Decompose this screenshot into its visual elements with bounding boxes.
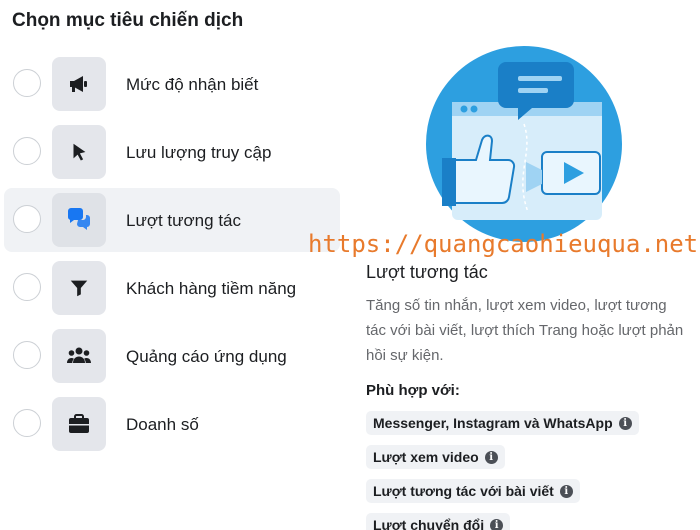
page-title: Chọn mục tiêu chiến dịch bbox=[12, 10, 244, 31]
objective-option-engagement[interactable]: Lượt tương tác bbox=[4, 188, 340, 252]
objective-icon-box bbox=[52, 329, 106, 383]
fit-chip[interactable]: Messenger, Instagram và WhatsApp i bbox=[366, 411, 639, 435]
fit-label: Phù hợp với: bbox=[366, 382, 460, 399]
objective-icon-box bbox=[52, 261, 106, 315]
objective-icon-box bbox=[52, 125, 106, 179]
objective-option-awareness[interactable]: Mức độ nhận biết bbox=[4, 52, 340, 116]
objective-icon-box bbox=[52, 397, 106, 451]
fit-chip-label: Lượt tương tác với bài viết bbox=[373, 483, 554, 499]
cursor-icon bbox=[73, 143, 86, 161]
radio-button[interactable] bbox=[13, 273, 41, 301]
fit-chip-label: Messenger, Instagram và WhatsApp bbox=[373, 415, 613, 431]
megaphone-icon bbox=[70, 76, 87, 92]
objective-icon-box bbox=[52, 57, 106, 111]
objective-label: Mức độ nhận biết bbox=[126, 75, 259, 94]
fit-chip[interactable]: Lượt xem video i bbox=[366, 445, 505, 469]
objective-label: Doanh số bbox=[126, 415, 199, 434]
watermark-url: https://quangcaohieuqua.net bbox=[308, 230, 699, 258]
objective-detail-panel: Lượt tương tác Tăng số tin nhắn, lượt xe… bbox=[366, 262, 686, 530]
fit-chip[interactable]: Lượt chuyển đổi i bbox=[366, 513, 511, 530]
objective-label: Lượt tương tác bbox=[126, 211, 241, 230]
info-icon[interactable]: i bbox=[490, 518, 504, 530]
radio-button[interactable] bbox=[13, 205, 41, 233]
radio-button[interactable] bbox=[13, 341, 41, 369]
info-icon[interactable]: i bbox=[559, 484, 573, 498]
detail-title: Lượt tương tác bbox=[366, 262, 488, 282]
briefcase-icon bbox=[69, 414, 89, 433]
objective-label: Khách hàng tiềm năng bbox=[126, 279, 297, 298]
engagement-illustration bbox=[426, 46, 622, 242]
objective-option-leads[interactable]: Khách hàng tiềm năng bbox=[4, 256, 340, 320]
fit-chip-label: Lượt xem video bbox=[373, 449, 479, 465]
fit-chip[interactable]: Lượt tương tác với bài viết i bbox=[366, 479, 580, 503]
objective-option-sales[interactable]: Doanh số bbox=[4, 392, 340, 456]
radio-button[interactable] bbox=[13, 409, 41, 437]
objective-option-app-promotion[interactable]: Quảng cáo ứng dụng bbox=[4, 324, 340, 388]
filter-icon bbox=[70, 280, 88, 297]
objective-option-traffic[interactable]: Lưu lượng truy cập bbox=[4, 120, 340, 184]
people-icon bbox=[67, 347, 91, 363]
info-icon[interactable]: i bbox=[484, 450, 498, 464]
campaign-objective-panel: Chọn mục tiêu chiến dịch Mức độ nhận biế… bbox=[0, 0, 700, 530]
info-icon[interactable]: i bbox=[618, 416, 632, 430]
objective-list: Mức độ nhận biết Lưu lượng truy cập Lượt… bbox=[4, 52, 340, 460]
objective-icon-box bbox=[52, 193, 106, 247]
fit-chip-label: Lượt chuyển đổi bbox=[373, 517, 485, 530]
detail-description: Tăng số tin nhắn, lượt xem video, lượt t… bbox=[366, 297, 684, 364]
chat-bubbles-icon bbox=[68, 208, 90, 230]
objective-label: Lưu lượng truy cập bbox=[126, 143, 272, 162]
objective-label: Quảng cáo ứng dụng bbox=[126, 347, 287, 366]
radio-button[interactable] bbox=[13, 69, 41, 97]
radio-button[interactable] bbox=[13, 137, 41, 165]
